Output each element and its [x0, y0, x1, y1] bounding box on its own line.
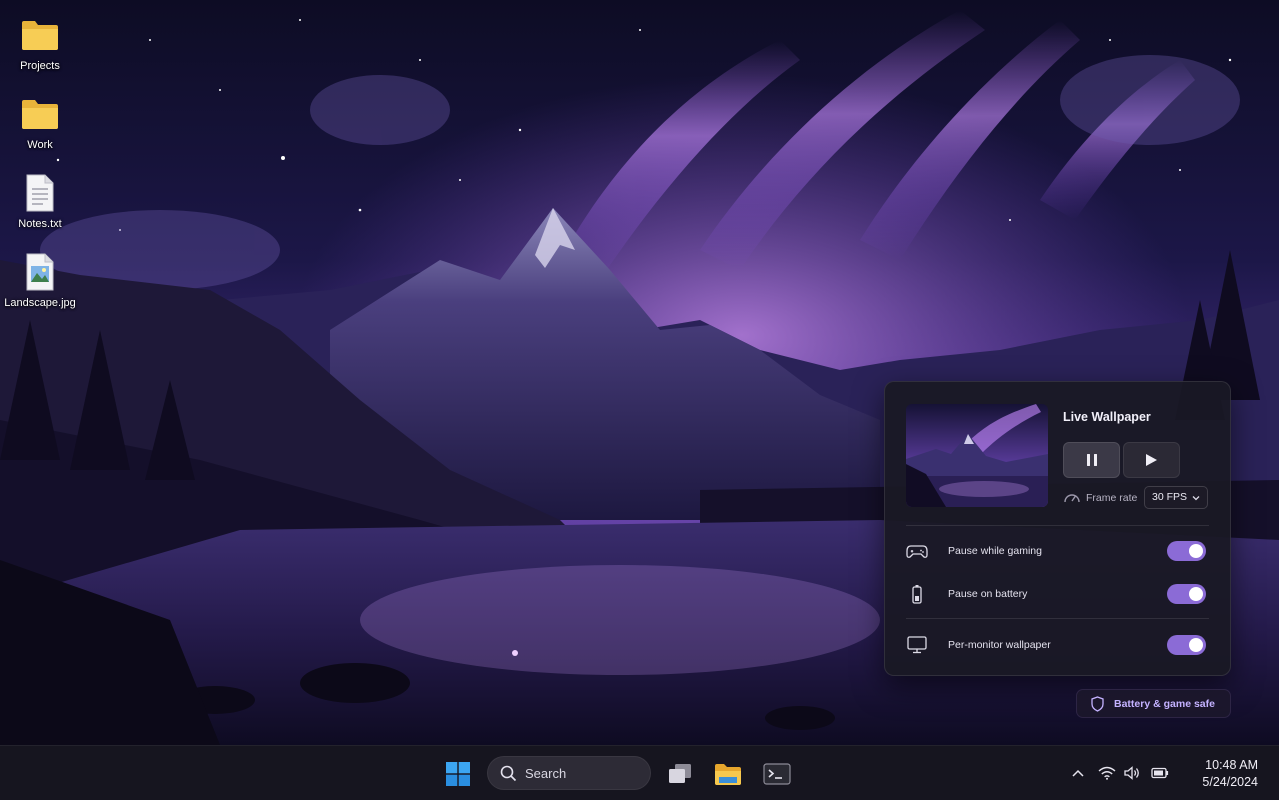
panel-title: Live Wallpaper	[1063, 410, 1151, 424]
toggle-knob	[1189, 587, 1203, 601]
start-icon	[446, 762, 470, 786]
file-explorer-button[interactable]	[710, 756, 746, 792]
battery-game-safe-badge[interactable]: Battery & game safe	[1076, 689, 1231, 718]
task-view-icon	[669, 764, 691, 783]
task-view-button[interactable]	[662, 756, 698, 792]
divider	[906, 618, 1209, 619]
setting-label: Pause while gaming	[948, 545, 1042, 557]
gamepad-icon	[906, 545, 928, 558]
taskbar-search[interactable]: Search	[487, 756, 651, 790]
taskbar: Search 10:48 AM 5/24/2024	[0, 745, 1279, 800]
desktop-icon-label: Work	[27, 139, 53, 151]
setting-label: Pause on battery	[948, 588, 1028, 600]
clock-time: 10:48 AM	[1205, 758, 1258, 772]
clock-date: 5/24/2024	[1202, 775, 1258, 789]
volume-icon	[1124, 766, 1139, 780]
folder-icon	[20, 14, 60, 56]
desktop-icon-label: Projects	[20, 60, 60, 72]
desktop-icon-work[interactable]: Work	[0, 93, 80, 165]
frame-rate-label: Frame rate	[1086, 492, 1138, 504]
desktop-icon-label: Notes.txt	[18, 218, 62, 230]
image-file-icon	[20, 251, 60, 293]
taskbar-clock[interactable]: 10:48 AM 5/24/2024	[1168, 758, 1258, 789]
monitor-icon	[907, 636, 927, 654]
setting-row-pause-battery: Pause on battery	[906, 581, 1209, 607]
file-explorer-icon	[715, 764, 741, 785]
setting-label: Per-monitor wallpaper	[948, 639, 1051, 651]
chevron-down-icon	[1192, 496, 1200, 501]
pause-while-gaming-toggle[interactable]	[1167, 541, 1206, 561]
wifi-icon	[1098, 766, 1116, 780]
desktop-icon-projects[interactable]: Projects	[0, 14, 80, 86]
folder-icon	[20, 93, 60, 135]
desktop-icon-notes[interactable]: Notes.txt	[0, 172, 80, 244]
battery-icon	[1151, 767, 1169, 779]
divider	[906, 525, 1209, 526]
network-button[interactable]	[1098, 765, 1116, 781]
pause-on-battery-toggle[interactable]	[1167, 584, 1206, 604]
speedometer-icon	[1064, 494, 1080, 503]
live-wallpaper-panel: Live Wallpaper Frame rate 30 FPS Pause w…	[884, 381, 1231, 676]
search-icon	[500, 765, 517, 781]
setting-row-pause-gaming: Pause while gaming	[906, 538, 1209, 564]
wallpaper-thumbnail[interactable]	[906, 404, 1048, 507]
text-file-icon	[20, 172, 60, 214]
badge-label: Battery & game safe	[1114, 697, 1215, 710]
pause-button[interactable]	[1063, 442, 1120, 478]
battery-status-button[interactable]	[1151, 765, 1169, 781]
volume-button[interactable]	[1123, 765, 1141, 781]
per-monitor-wallpaper-toggle[interactable]	[1167, 635, 1206, 655]
terminal-icon	[763, 763, 791, 785]
desktop-icon-landscape[interactable]: Landscape.jpg	[0, 251, 80, 323]
terminal-button[interactable]	[759, 756, 795, 792]
battery-icon	[912, 585, 922, 604]
search-label: Search	[525, 765, 567, 781]
toggle-knob	[1189, 638, 1203, 652]
shield-icon	[1091, 695, 1104, 712]
frame-rate-value: 30 FPS	[1152, 491, 1188, 503]
toggle-knob	[1189, 544, 1203, 558]
show-hidden-icons-button[interactable]	[1069, 765, 1087, 781]
play-button[interactable]	[1123, 442, 1180, 478]
desktop-icon-label: Landscape.jpg	[4, 297, 76, 309]
frame-rate-dropdown[interactable]: 30 FPS	[1144, 486, 1208, 509]
start-button[interactable]	[440, 756, 476, 792]
pause-icon	[1086, 454, 1097, 466]
play-icon	[1146, 454, 1157, 466]
setting-row-per-monitor: Per-monitor wallpaper	[906, 632, 1209, 658]
chevron-up-icon	[1072, 769, 1084, 777]
